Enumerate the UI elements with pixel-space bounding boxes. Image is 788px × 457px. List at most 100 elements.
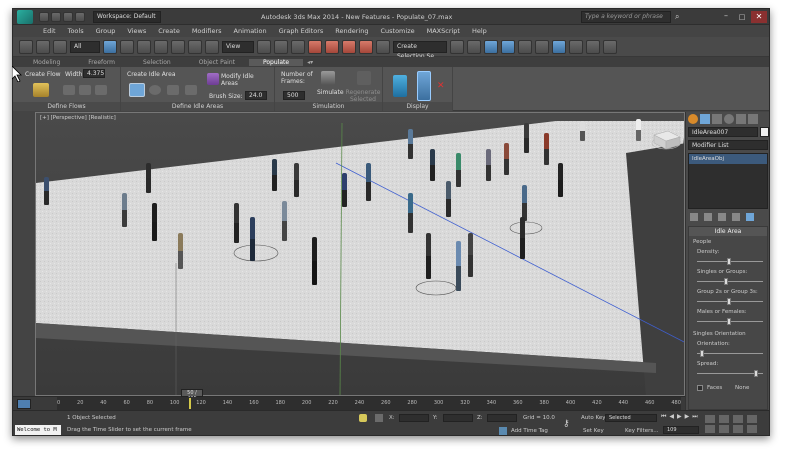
menu-create[interactable]: Create <box>152 27 186 35</box>
ribbon-minimize-icon[interactable]: ◂▾ <box>303 59 317 66</box>
singles-groups-slider[interactable] <box>697 278 763 285</box>
modifier-list-dropdown[interactable]: Modifier List <box>688 140 768 150</box>
stack-item[interactable]: IdleAreaObj <box>689 154 767 164</box>
workspace-dropdown[interactable]: Workspace: Default <box>93 10 161 23</box>
key-filters-button[interactable]: Key Filters... <box>625 428 658 434</box>
hierarchy-tab-icon[interactable] <box>712 114 722 124</box>
x-field[interactable] <box>399 414 429 422</box>
rotate-icon[interactable] <box>188 39 202 54</box>
z-field[interactable] <box>487 414 517 422</box>
new-icon[interactable] <box>39 11 49 22</box>
previous-frame-icon[interactable]: ◀ <box>669 413 674 421</box>
render-setup-icon[interactable] <box>569 39 583 54</box>
tab-freeform[interactable]: Freeform <box>74 59 129 66</box>
scale-icon[interactable] <box>205 39 219 54</box>
named-selection-dropdown[interactable]: Create Selection Se <box>393 40 447 60</box>
window-crossing-icon[interactable] <box>154 39 168 54</box>
perspective-viewport[interactable]: [+] [Perspective] [Realistic] <box>35 112 685 396</box>
zoom-extents-icon[interactable] <box>733 415 743 423</box>
material-editor-icon[interactable] <box>552 39 566 54</box>
orbit-icon[interactable] <box>733 425 743 433</box>
reference-coordinate-dropdown[interactable]: View <box>222 40 254 53</box>
time-slider-thumb[interactable]: 50 / 495 <box>181 389 203 402</box>
num-frames-spinner[interactable]: 500 <box>283 91 305 100</box>
spinner-snap-icon[interactable] <box>359 39 373 54</box>
display-selected-icon[interactable] <box>417 71 431 101</box>
simulate-button[interactable]: Simulate <box>317 89 344 96</box>
modify-tab-icon[interactable] <box>700 114 710 124</box>
next-frame-icon[interactable]: ▶ <box>685 413 690 421</box>
show-end-result-icon[interactable] <box>704 213 712 221</box>
maxscript-listener[interactable]: Welcome to M <box>15 425 61 435</box>
slider-knob[interactable] <box>724 278 728 285</box>
schematic-view-icon[interactable] <box>535 39 549 54</box>
flow-option-2-icon[interactable] <box>79 85 91 95</box>
menu-help[interactable]: Help <box>466 27 493 35</box>
menu-maxscript[interactable]: MAXScript <box>421 27 466 35</box>
menu-rendering[interactable]: Rendering <box>329 27 374 35</box>
menu-customize[interactable]: Customize <box>374 27 420 35</box>
tab-modeling[interactable]: Modeling <box>19 59 74 66</box>
modify-idle-areas-icon[interactable] <box>207 73 219 85</box>
selection-filter-dropdown[interactable]: All <box>70 40 100 53</box>
faces-checkbox[interactable] <box>697 385 703 391</box>
object-color-swatch[interactable] <box>760 127 769 137</box>
snaps-toggle-icon[interactable] <box>308 39 322 54</box>
create-flow-icon[interactable] <box>33 83 49 97</box>
create-tab-icon[interactable] <box>688 114 698 124</box>
mini-curve-icon[interactable] <box>17 399 31 409</box>
tab-object-paint[interactable]: Object Paint <box>185 59 249 66</box>
set-key-button[interactable]: Set Key <box>583 428 604 434</box>
object-name-field[interactable]: IdleArea007 <box>688 127 758 137</box>
menu-views[interactable]: Views <box>121 27 152 35</box>
menu-graph-editors[interactable]: Graph Editors <box>273 27 330 35</box>
tab-selection[interactable]: Selection <box>129 59 185 66</box>
slider-knob[interactable] <box>727 318 731 325</box>
save-icon[interactable] <box>63 11 73 22</box>
maximize-viewport-icon[interactable] <box>747 425 757 433</box>
time-slider[interactable]: 50 / 495 0 20 40 60 80 100 120 140 160 1… <box>13 389 685 410</box>
select-by-name-icon[interactable] <box>120 39 134 54</box>
modify-idle-areas-button[interactable]: Modify Idle Areas <box>221 73 265 87</box>
zoom-icon[interactable] <box>705 415 715 423</box>
undo-icon[interactable] <box>75 11 85 22</box>
current-frame-field[interactable]: 109 <box>663 426 699 434</box>
mirror-icon[interactable] <box>450 39 464 54</box>
flow-option-3-icon[interactable] <box>95 85 107 95</box>
idle-area-rect-icon[interactable] <box>129 83 145 97</box>
select-manipulate-icon[interactable] <box>274 39 288 54</box>
add-time-tag-icon[interactable] <box>499 427 507 435</box>
app-logo-icon[interactable] <box>17 9 33 24</box>
pivot-icon[interactable] <box>257 39 271 54</box>
select-object-icon[interactable] <box>103 39 117 54</box>
slider-knob[interactable] <box>754 370 758 377</box>
brush-size-spinner[interactable]: 24.0 <box>245 91 267 100</box>
menu-group[interactable]: Group <box>90 27 122 35</box>
viewport-label[interactable]: [+] [Perspective] [Realistic] <box>40 115 116 121</box>
layer-manager-icon[interactable] <box>484 39 498 54</box>
minimize-button[interactable]: – <box>719 11 733 22</box>
edit-named-selection-icon[interactable] <box>376 39 390 54</box>
orientation-slider[interactable] <box>697 350 763 357</box>
remove-modifier-icon[interactable] <box>732 213 740 221</box>
display-people-icon[interactable] <box>393 75 407 97</box>
idle-area-freehand-icon[interactable] <box>167 85 179 95</box>
keyboard-shortcut-icon[interactable] <box>291 39 305 54</box>
slider-knob[interactable] <box>700 350 704 357</box>
y-field[interactable] <box>443 414 473 422</box>
go-to-start-icon[interactable]: ⏮ <box>661 413 666 421</box>
motion-tab-icon[interactable] <box>724 114 734 124</box>
tab-populate[interactable]: Populate <box>248 58 304 66</box>
auto-key-button[interactable]: Auto Key <box>581 415 606 421</box>
regenerate-button[interactable]: Regenerate Selected <box>345 89 381 103</box>
field-of-view-icon[interactable] <box>705 425 715 433</box>
make-unique-icon[interactable] <box>718 213 726 221</box>
search-input[interactable]: Type a keyword or phrase <box>581 10 671 23</box>
slider-knob[interactable] <box>727 258 731 265</box>
graphite-toolbar-icon[interactable] <box>501 39 515 54</box>
render-production-icon[interactable] <box>603 39 617 54</box>
open-icon[interactable] <box>51 11 61 22</box>
faces-value-button[interactable]: None <box>735 385 749 391</box>
add-time-tag-button[interactable]: Add Time Tag <box>511 428 548 434</box>
idle-area-circle-icon[interactable] <box>149 85 161 95</box>
